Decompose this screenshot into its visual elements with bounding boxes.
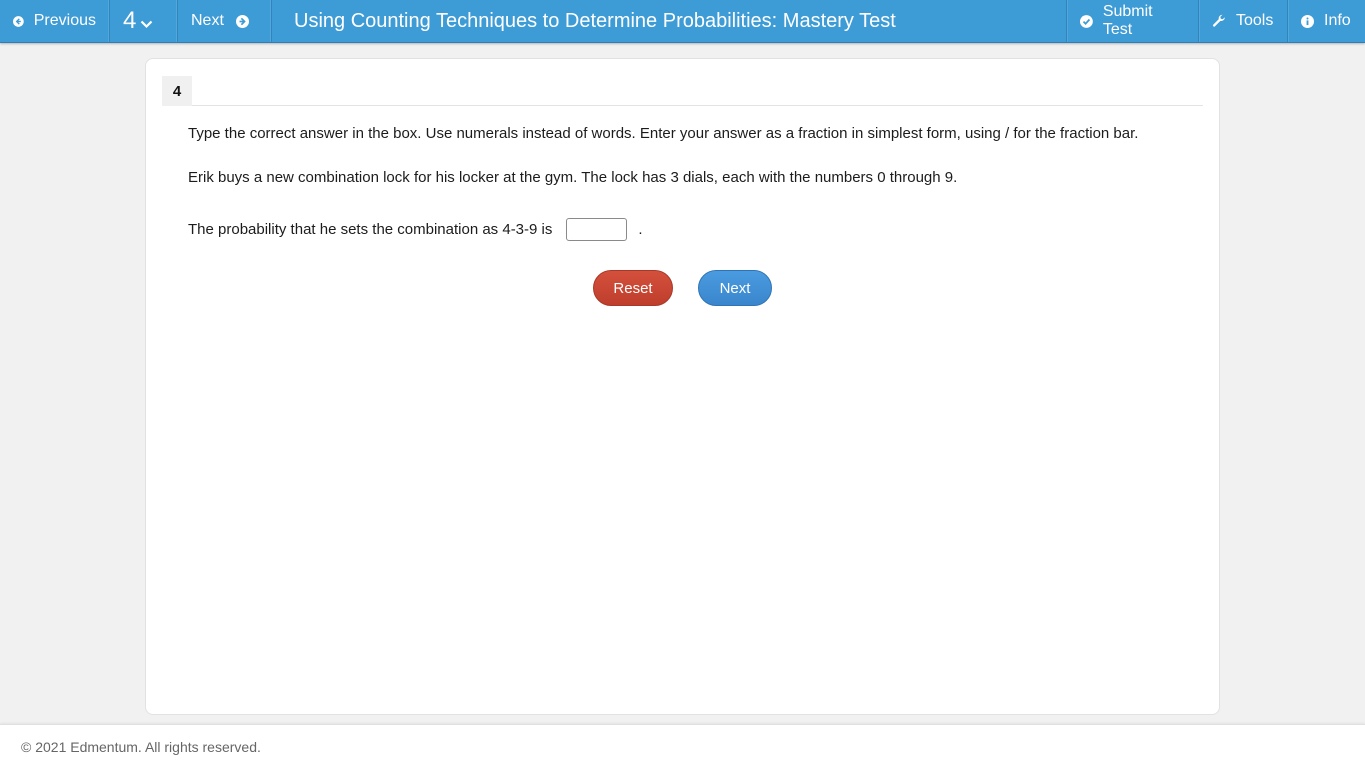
info-button[interactable]: Info bbox=[1287, 0, 1365, 42]
tools-label: Tools bbox=[1236, 12, 1274, 29]
question-header: 4 bbox=[162, 76, 1203, 106]
previous-button[interactable]: Previous bbox=[0, 0, 110, 42]
submit-test-label: Submit Test bbox=[1102, 3, 1153, 38]
answer-input[interactable] bbox=[566, 218, 628, 241]
top-navigation-bar: Previous 4 Next Using Counting Technique… bbox=[0, 0, 1365, 43]
question-number-badge: 4 bbox=[162, 76, 192, 106]
info-label: Info bbox=[1324, 12, 1351, 29]
arrow-right-circle-icon bbox=[235, 14, 249, 28]
chevron-down-icon bbox=[141, 20, 153, 28]
reset-button[interactable]: Reset bbox=[593, 270, 673, 306]
info-circle-icon bbox=[1301, 14, 1314, 28]
next-button[interactable]: Next bbox=[698, 270, 772, 306]
tools-button[interactable]: Tools bbox=[1198, 0, 1287, 42]
check-circle-icon bbox=[1080, 14, 1093, 28]
question-statement: The probability that he sets the combina… bbox=[188, 218, 643, 241]
statement-text: The probability that he sets the combina… bbox=[188, 221, 553, 238]
question-number-label: 4 bbox=[123, 7, 137, 34]
question-number-dropdown[interactable]: 4 bbox=[110, 0, 178, 42]
question-instructions: Type the correct answer in the box. Use … bbox=[188, 125, 1139, 142]
test-title: Using Counting Techniques to Determine P… bbox=[294, 9, 896, 32]
next-label: Next bbox=[191, 12, 224, 29]
submit-test-button[interactable]: Submit Test bbox=[1066, 0, 1198, 42]
arrow-left-circle-icon bbox=[13, 15, 24, 27]
question-card: 4 Type the correct answer in the box. Us… bbox=[145, 58, 1220, 715]
copyright-text: © 2021 Edmentum. All rights reserved. bbox=[21, 739, 261, 755]
footer: © 2021 Edmentum. All rights reserved. bbox=[0, 724, 1365, 768]
question-prompt: Erik buys a new combination lock for his… bbox=[188, 169, 958, 186]
wrench-icon bbox=[1212, 14, 1225, 27]
next-question-button[interactable]: Next bbox=[178, 0, 272, 42]
previous-label: Previous bbox=[33, 12, 96, 29]
statement-period: . bbox=[638, 221, 643, 238]
